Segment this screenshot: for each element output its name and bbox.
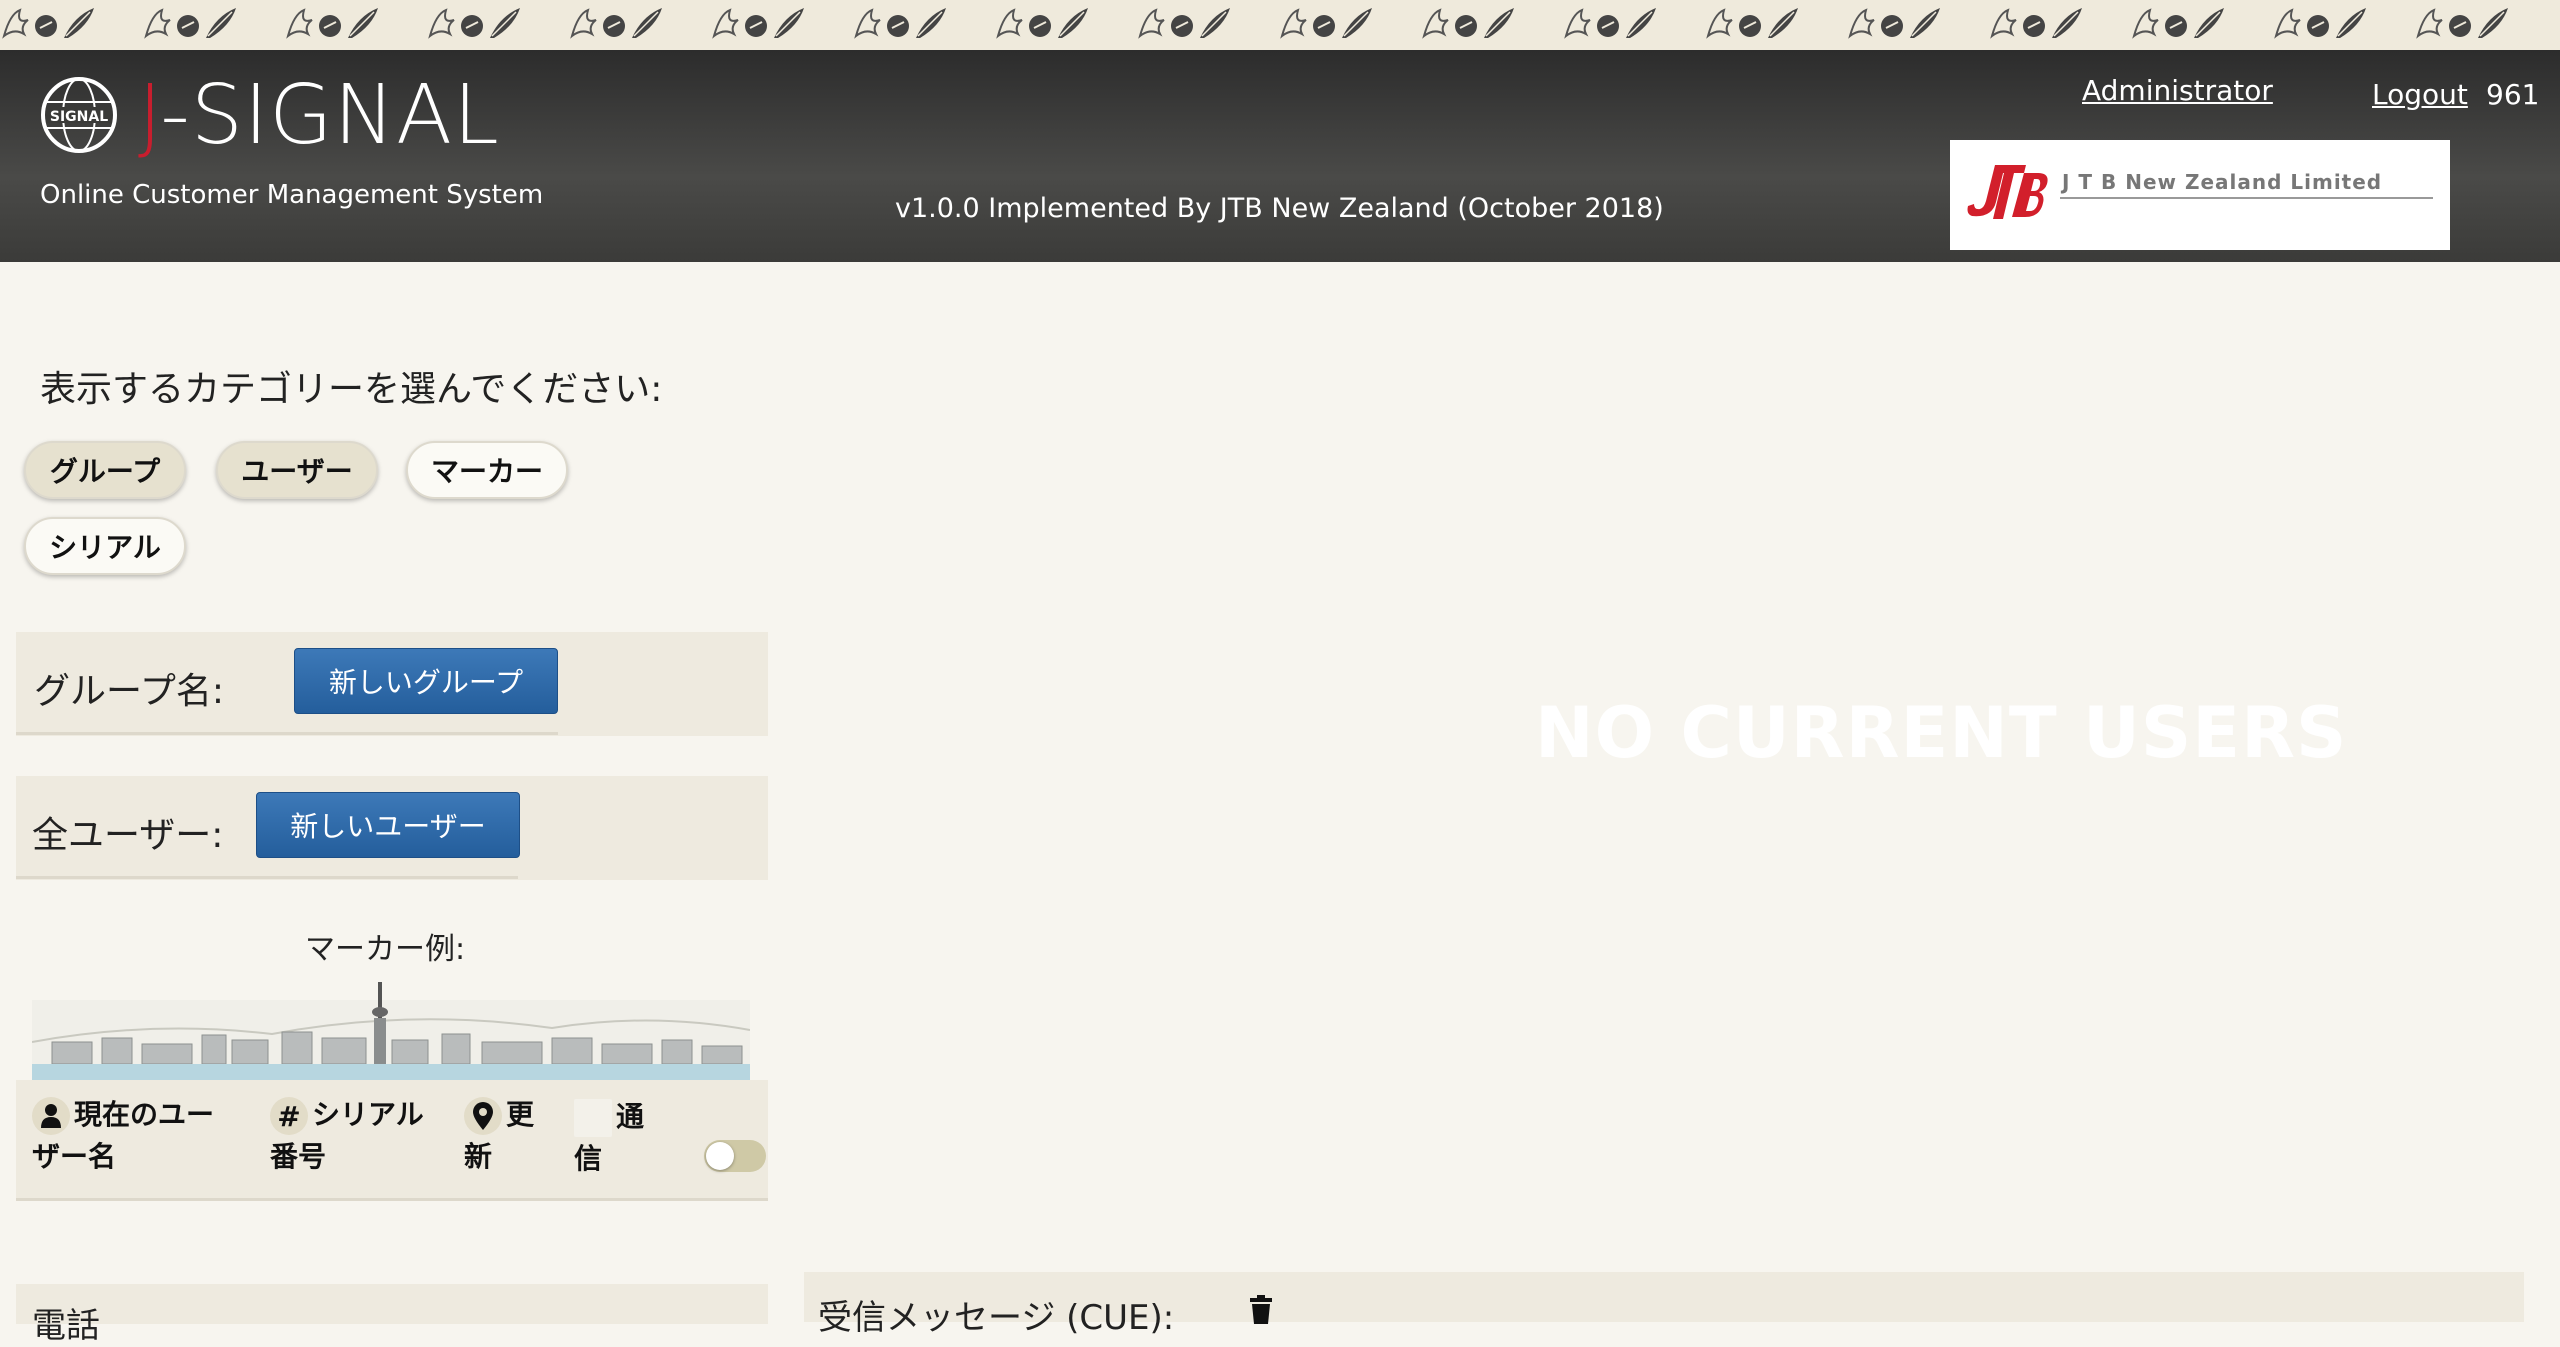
marker-example-title: マーカー例:	[305, 932, 466, 967]
administrator-link[interactable]: Administrator	[2082, 74, 2273, 107]
marker-toggle-switch[interactable]	[704, 1140, 766, 1172]
marker-legend-row: 現在のユーザー名 # シリアル番号 更新 通信	[16, 1080, 768, 1201]
marker-item-user: 現在のユーザー名	[32, 1094, 232, 1178]
groups-panel: グループ名: 新しいグループ	[16, 632, 768, 736]
pattern-icon	[3, 7, 2509, 39]
toggle-knob	[706, 1142, 734, 1170]
location-pin-icon	[464, 1097, 502, 1135]
category-button-group[interactable]: グループ	[24, 441, 186, 499]
incoming-messages-label: 受信メッセージ (CUE):	[818, 1298, 1175, 1338]
category-prompt: 表示するカテゴリーを選んでください:	[40, 369, 663, 410]
brand-subtitle: Online Customer Management System	[40, 180, 544, 210]
signal-icon	[574, 1099, 612, 1137]
marker-item-serial: # シリアル番号	[270, 1094, 440, 1178]
city-skyline-image	[32, 982, 750, 1080]
groups-divider	[16, 732, 558, 735]
user-number: 961	[2486, 78, 2540, 111]
empty-state-message: NO CURRENT USERS	[1535, 692, 2348, 774]
app-header: SIGNAL J-SIGNAL Online Customer Manageme…	[0, 50, 2560, 262]
new-user-button[interactable]: 新しいユーザー	[256, 792, 520, 858]
logout-link[interactable]: Logout	[2372, 78, 2468, 111]
jtb-logo-icon	[1967, 165, 2048, 219]
marker-item-signal: 通信	[574, 1096, 654, 1180]
trash-icon[interactable]	[1246, 1294, 1276, 1324]
users-panel: 全ユーザー: 新しいユーザー	[16, 776, 768, 880]
category-button-serial[interactable]: シリアル	[24, 517, 186, 575]
phone-label: 電話	[32, 1306, 100, 1346]
marker-item-update: 更新	[464, 1094, 534, 1178]
version-text: v1.0.0 Implemented By JTB New Zealand (O…	[895, 193, 1664, 224]
phone-panel: 電話	[16, 1284, 768, 1346]
decorative-pattern-strip	[0, 0, 2560, 50]
category-button-user[interactable]: ユーザー	[216, 441, 378, 499]
groups-label: グループ名:	[34, 671, 224, 712]
hash-icon: #	[270, 1097, 308, 1135]
brand-title: J-SIGNAL	[138, 68, 500, 163]
svg-text:SIGNAL: SIGNAL	[50, 109, 108, 125]
new-group-button[interactable]: 新しいグループ	[294, 648, 558, 714]
company-divider	[2060, 197, 2433, 199]
incoming-messages-panel: 受信メッセージ (CUE):	[804, 1272, 2524, 1338]
category-button-marker[interactable]: マーカー	[406, 441, 568, 499]
j-signal-logo-icon: SIGNAL	[41, 77, 117, 153]
svg-text:#: #	[277, 1100, 300, 1133]
company-name: J T B New Zealand Limited	[2062, 170, 2383, 194]
users-divider	[16, 876, 518, 879]
company-logo-box: J T B New Zealand Limited	[1950, 140, 2450, 250]
user-icon	[32, 1097, 70, 1135]
users-label: 全ユーザー:	[32, 815, 224, 856]
